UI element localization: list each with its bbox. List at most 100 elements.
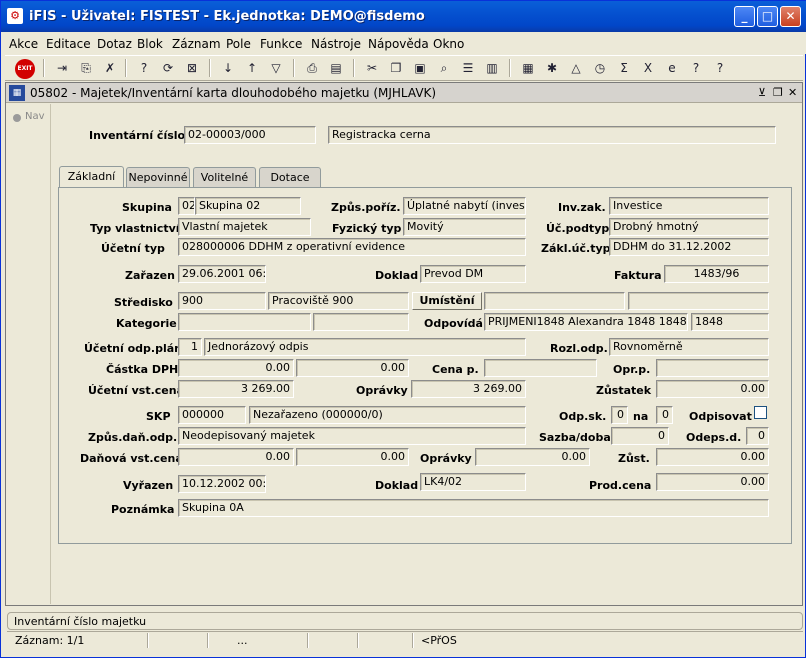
poznamka-field[interactable]: Skupina 0A — [178, 499, 769, 517]
insert-record-icon[interactable]: ⇥ — [53, 59, 71, 77]
tab-volitelne[interactable]: Volitelné — [193, 167, 256, 188]
excel-icon[interactable]: X — [639, 59, 657, 77]
odeps-d-field[interactable]: 0 — [746, 427, 769, 445]
opravky-field[interactable]: 3 269.00 — [411, 380, 526, 398]
tab-nepovinne[interactable]: Nepovinné — [126, 167, 190, 188]
minimize-button[interactable]: _ — [734, 6, 755, 27]
doklad-field[interactable]: Prevod DM — [420, 265, 526, 283]
uc-odp-plan-name-field[interactable]: Jednorázový odpis — [204, 338, 526, 356]
odpovida-name-field[interactable]: PRIJMENI1848 Alexandra 1848 1848 — [484, 313, 688, 331]
odpovida-code-field[interactable]: 1848 — [691, 313, 769, 331]
zustatek-field[interactable]: 0.00 — [656, 380, 769, 398]
zust-field[interactable]: 0.00 — [656, 448, 769, 466]
stredisko-name-field[interactable]: Pracoviště 900 — [268, 292, 409, 310]
na-field[interactable]: 0 — [656, 406, 673, 424]
umisteni-field-1[interactable] — [484, 292, 625, 310]
skp-code-field[interactable]: 000000 — [178, 406, 246, 424]
skupina-code-field[interactable]: 02 — [178, 197, 195, 215]
menu-funkce[interactable]: Funkce — [260, 37, 302, 51]
list-icon[interactable]: ☰ — [459, 59, 477, 77]
opr-p-field[interactable] — [656, 359, 769, 377]
castka-dph-field-2[interactable]: 0.00 — [296, 359, 409, 377]
zust-label: Zůst. — [618, 452, 650, 465]
skp-name-field[interactable]: Nezařazeno (000000/0) — [249, 406, 526, 424]
menu-akce[interactable]: Akce — [9, 37, 38, 51]
filter-icon[interactable]: ▽ — [267, 59, 285, 77]
inventory-number-field[interactable]: 02-00003/000 — [184, 126, 316, 144]
vyrazen-field[interactable]: 10.12.2002 00:00 — [178, 475, 266, 493]
odpisovat-checkbox[interactable] — [754, 406, 767, 419]
browser-icon[interactable]: e — [663, 59, 681, 77]
clock-icon[interactable]: ◷ — [591, 59, 609, 77]
kategorie-field-1[interactable] — [178, 313, 311, 331]
uc-odp-plan-code-field[interactable]: 1 — [178, 338, 202, 356]
doklad2-field[interactable]: LK4/02 — [420, 473, 526, 491]
sort-ascending-icon[interactable]: ↓ — [219, 59, 237, 77]
help-topic-icon[interactable]: ? — [687, 59, 705, 77]
castka-dph-field-1[interactable]: 0.00 — [178, 359, 294, 377]
uc-podtyp-field[interactable]: Drobný hmotný — [609, 218, 769, 236]
title-bar[interactable]: ⚙ iFIS - Uživatel: FISTEST - Ek.jednotka… — [1, 1, 806, 32]
menu-blok[interactable]: Blok — [137, 37, 163, 51]
fyzicky-typ-field[interactable]: Movitý — [403, 218, 526, 236]
execute-query-icon[interactable]: ⟳ — [159, 59, 177, 77]
menu-nastroje[interactable]: Nástroje — [311, 37, 361, 51]
cena-p-field[interactable] — [484, 359, 597, 377]
print-icon[interactable]: ⎙ — [303, 59, 321, 77]
typ-vlastnictvi-field[interactable]: Vlastní majetek — [178, 218, 311, 236]
exit-button[interactable]: EXIT — [15, 59, 35, 79]
dan-vst-cena-field-2[interactable]: 0.00 — [296, 448, 409, 466]
umisteni-button[interactable]: Umístění — [412, 292, 482, 310]
form-minimize-icon[interactable]: ⊻ — [758, 86, 766, 99]
inventory-description-field[interactable]: Registracka cerna — [328, 126, 776, 144]
maximize-button[interactable]: □ — [757, 6, 778, 27]
copy-icon[interactable]: ❐ — [387, 59, 405, 77]
paste-icon[interactable]: ▣ — [411, 59, 429, 77]
tab-zakladni[interactable]: Základní — [59, 166, 124, 188]
rozl-odp-field[interactable]: Rovnoměrně — [609, 338, 769, 356]
nav-radio-icon[interactable] — [13, 114, 21, 122]
find-icon[interactable]: ⌕ — [435, 59, 453, 77]
zakl-uc-typ-field[interactable]: DDHM do 31.12.2002 — [609, 238, 769, 256]
form-restore-icon[interactable]: ❐ — [773, 86, 783, 99]
menu-okno[interactable]: Okno — [433, 37, 464, 51]
sum-icon[interactable]: Σ — [615, 59, 633, 77]
menu-pole[interactable]: Pole — [226, 37, 251, 51]
skupina-name-field[interactable]: Skupina 02 — [195, 197, 301, 215]
kategorie-field-2[interactable] — [313, 313, 409, 331]
dan-vst-cena-field-1[interactable]: 0.00 — [178, 448, 294, 466]
zarazen-field[interactable]: 29.06.2001 06:00 — [178, 265, 266, 283]
settings-icon[interactable]: ✱ — [543, 59, 561, 77]
menu-zaznam[interactable]: Záznam — [172, 37, 221, 51]
ucetni-typ-field[interactable]: 028000006 DDHM z operativní evidence — [178, 238, 526, 256]
stredisko-code-field[interactable]: 900 — [178, 292, 266, 310]
opravky2-field[interactable]: 0.00 — [475, 448, 590, 466]
sazba-field[interactable]: 0 — [611, 427, 669, 445]
cut-icon[interactable]: ✂ — [363, 59, 381, 77]
columns-icon[interactable]: ▥ — [483, 59, 501, 77]
zpus-poriz-field[interactable]: Úplatné nabytí (investice) — [403, 197, 526, 215]
help-icon[interactable]: ? — [711, 59, 729, 77]
uc-vst-cena-field[interactable]: 3 269.00 — [178, 380, 294, 398]
cancel-query-icon[interactable]: ⊠ — [183, 59, 201, 77]
prod-cena-field[interactable]: 0.00 — [656, 473, 769, 491]
query-icon[interactable]: ? — [135, 59, 153, 77]
inv-zak-field[interactable]: Investice — [609, 197, 769, 215]
sort-descending-icon[interactable]: ↑ — [243, 59, 261, 77]
menu-napoveda[interactable]: Nápověda — [368, 37, 429, 51]
tab-dotace[interactable]: Dotace — [259, 167, 321, 188]
menu-editace[interactable]: Editace — [46, 37, 91, 51]
duplicate-record-icon[interactable]: ⎘ — [77, 59, 95, 77]
prod-cena-label: Prod.cena — [589, 479, 652, 492]
delete-record-icon[interactable]: ✗ — [101, 59, 119, 77]
zpus-dan-odp-field[interactable]: Neodepisovaný majetek — [178, 427, 526, 445]
umisteni-field-2[interactable] — [628, 292, 769, 310]
print-preview-icon[interactable]: ▤ — [327, 59, 345, 77]
triangle-icon[interactable]: △ — [567, 59, 585, 77]
form-close-icon[interactable]: ✕ — [788, 86, 797, 99]
close-button[interactable]: ✕ — [780, 6, 801, 27]
calculator-icon[interactable]: ▦ — [519, 59, 537, 77]
menu-dotaz[interactable]: Dotaz — [97, 37, 132, 51]
faktura-field[interactable]: 1483/96 — [664, 265, 769, 283]
odp-sk-field[interactable]: 0 — [611, 406, 628, 424]
